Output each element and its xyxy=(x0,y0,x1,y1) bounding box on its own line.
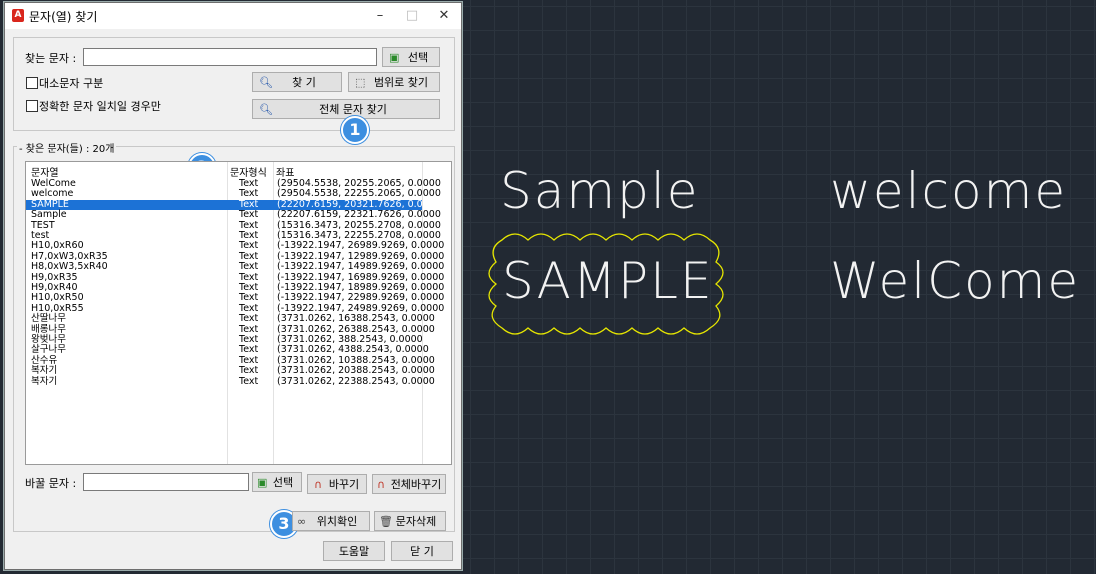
revision-cloud-highlight xyxy=(488,233,724,335)
cell-text: 복자기 xyxy=(31,375,58,387)
replace-all-button[interactable]: ∩ 전체바꾸기 xyxy=(372,474,446,494)
cad-text-welcome-mixed[interactable]: WelCome xyxy=(830,256,1080,306)
table-row[interactable]: welcome Text (29504.5538, 22255.2065, 0.00… xyxy=(26,188,441,200)
table-row[interactable]: H10,0xR50 Text (-13922.1947, 22989.9269, 0… xyxy=(26,292,444,304)
table-row[interactable]: 복자기 Text (3731.0262, 20388.2543, 0.0000 xyxy=(26,365,435,377)
cell-text: Sample xyxy=(31,209,67,221)
exact-match-label: 정확한 문자 일치일 경우만 xyxy=(39,100,161,113)
find-label: 찾는 문자 : xyxy=(25,52,77,65)
cell-coords: (-13922.1947, 22989.9269, 0.0000 xyxy=(277,292,445,304)
cell-type: Text xyxy=(239,344,259,356)
dialog-title: 문자(열) 찾기 xyxy=(29,10,98,24)
cell-text: 살구나무 xyxy=(31,344,66,356)
find-text-dialog: A 문자(열) 찾기 – □ ✕ 찾는 문자 : ▣ 선택 대소문자 구분 🔍︎… xyxy=(4,2,462,570)
column-header-text[interactable]: 문자열 xyxy=(31,164,59,179)
table-row[interactable]: Sample Text (22207.6159, 22321.7626, 0.000… xyxy=(26,209,441,221)
cell-type: Text xyxy=(239,240,259,252)
table-row[interactable]: 복자기 Text (3731.0262, 22388.2543, 0.0000 xyxy=(26,375,435,387)
column-header-type[interactable]: 문자형식 xyxy=(230,164,267,179)
cell-text: H8,0xW3,5xR40 xyxy=(31,261,108,273)
app-icon: A xyxy=(12,9,24,22)
exact-match-checkbox[interactable] xyxy=(26,100,38,112)
replace-select-button[interactable]: ▣ 선택 xyxy=(252,472,302,492)
list-header: 문자열 문자형식 좌표 xyxy=(26,162,451,179)
found-count-label: - 찾은 문자(들) : 20개 xyxy=(17,140,117,155)
table-row[interactable]: H10,0xR60 Text (-13922.1947, 26989.9269, 0… xyxy=(26,240,444,252)
cell-type: Text xyxy=(239,365,259,377)
cell-text: 산딸나무 xyxy=(31,313,66,325)
replace-label: 바꿀 문자 : xyxy=(25,477,77,490)
find-select-button[interactable]: ▣ 선택 xyxy=(382,47,440,67)
cell-type: Text xyxy=(239,375,259,387)
replace-icon: ∩ xyxy=(377,478,386,491)
close-button[interactable]: 닫 기 xyxy=(391,541,453,561)
close-window-button[interactable]: ✕ xyxy=(429,6,459,26)
case-sensitive-checkbox[interactable] xyxy=(26,77,38,89)
title-bar[interactable]: A 문자(열) 찾기 – □ ✕ xyxy=(5,3,461,29)
cell-coords: (3731.0262, 20388.2543, 0.0000 xyxy=(277,365,435,377)
column-header-coords[interactable]: 좌표 xyxy=(276,164,294,179)
cad-text-welcome-lower[interactable]: welcome xyxy=(830,166,1067,216)
table-row[interactable]: 살구나무 Text (3731.0262, 4388.2543, 0.0000 xyxy=(26,344,429,356)
maximize-button[interactable]: □ xyxy=(397,6,427,26)
locate-button[interactable]: ∞ 위치확인 xyxy=(292,511,370,531)
help-button[interactable]: 도움말 xyxy=(323,541,385,561)
table-row[interactable]: H8,0xW3,5xR40 Text (-13922.1947, 14989.926… xyxy=(26,261,444,273)
cell-type: Text xyxy=(239,209,259,221)
replace-icon: ∩ xyxy=(314,478,323,491)
find-button[interactable]: 🔍︎ 찾 기 xyxy=(252,72,342,92)
cell-type: Text xyxy=(239,261,259,273)
table-row[interactable]: 산딸나무 Text (3731.0262, 16388.2543, 0.0000 xyxy=(26,313,435,325)
case-sensitive-label: 대소문자 구분 xyxy=(39,77,104,90)
cell-coords: (3731.0262, 4388.2543, 0.0000 xyxy=(277,344,429,356)
replace-button[interactable]: ∩ 바꾸기 xyxy=(307,474,367,494)
delete-text-button[interactable]: 🗑︎ 문자삭제 xyxy=(374,511,446,531)
cell-coords: (22207.6159, 22321.7626, 0.0000 xyxy=(277,209,441,221)
cad-text-sample[interactable]: Sample xyxy=(500,166,699,216)
minimize-button[interactable]: – xyxy=(365,6,395,26)
find-text-input[interactable] xyxy=(83,48,377,66)
replace-text-input[interactable] xyxy=(83,473,249,491)
cell-coords: (-13922.1947, 26989.9269, 0.0000 xyxy=(277,240,445,252)
cell-type: Text xyxy=(239,188,259,200)
cell-coords: (3731.0262, 16388.2543, 0.0000 xyxy=(277,313,435,325)
cell-coords: (29504.5538, 22255.2065, 0.0000 xyxy=(277,188,441,200)
find-all-button[interactable]: 🔍︎ 전체 문자 찾기 xyxy=(252,99,440,119)
cell-text: H10,0xR50 xyxy=(31,292,84,304)
cell-text: welcome xyxy=(31,188,74,200)
cell-type: Text xyxy=(239,313,259,325)
step-badge-1: 1 xyxy=(341,116,369,144)
find-in-range-button[interactable]: ⬚ 범위로 찾기 xyxy=(348,72,440,92)
cell-coords: (-13922.1947, 14989.9269, 0.0000 xyxy=(277,261,445,273)
results-list[interactable]: 문자열 문자형식 좌표 WelCome Text (29504.5538, 2025… xyxy=(25,161,452,465)
cell-text: 복자기 xyxy=(31,365,58,377)
cell-coords: (3731.0262, 22388.2543, 0.0000 xyxy=(277,375,435,387)
cell-text: H10,0xR60 xyxy=(31,240,84,252)
cell-type: Text xyxy=(239,292,259,304)
